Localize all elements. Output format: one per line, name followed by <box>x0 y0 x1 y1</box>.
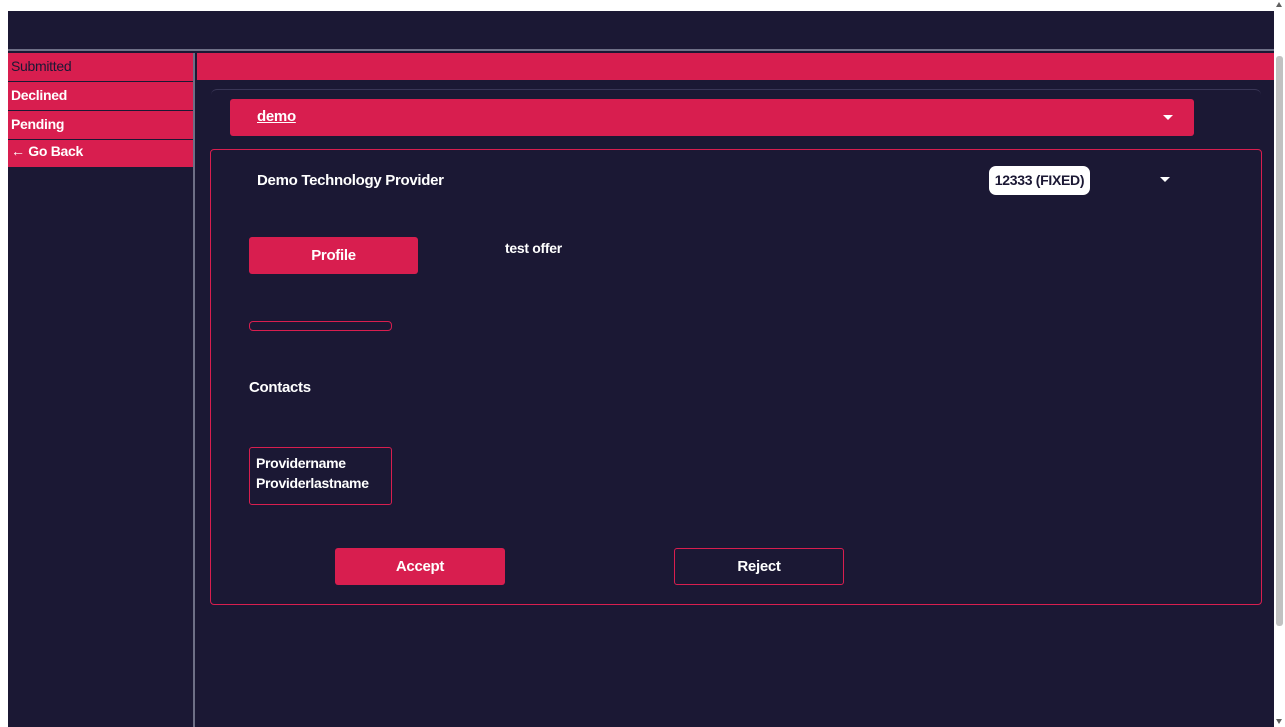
offer-title: test offer <box>505 240 562 256</box>
provider-name: Demo Technology Provider <box>257 172 444 189</box>
project-select[interactable]: demo <box>230 99 1194 136</box>
profile-button[interactable]: Profile <box>249 237 418 274</box>
go-back-button[interactable]: ← Go Back <box>8 140 193 168</box>
accept-button[interactable]: Accept <box>335 548 505 585</box>
scroll-down-icon[interactable] <box>1276 719 1282 724</box>
app-window: Submitted Declined Pending ← Go Back dem… <box>8 11 1274 727</box>
sidebar-item-pending[interactable]: Pending <box>8 111 193 140</box>
contact-card: Providername Providerlastname <box>249 447 392 505</box>
caret-down-icon <box>1163 115 1173 120</box>
price-dropdown[interactable]: 12333 (FIXED) <box>989 166 1090 195</box>
reject-button[interactable]: Reject <box>674 548 844 585</box>
header-strip <box>197 53 1274 80</box>
page-scrollbar[interactable] <box>1274 0 1285 727</box>
scroll-up-icon[interactable] <box>1276 2 1282 7</box>
sidebar-item-submitted[interactable]: Submitted <box>8 53 193 82</box>
scroll-thumb[interactable] <box>1276 56 1283 626</box>
offer-card: Demo Technology Provider 12333 (FIXED) P… <box>210 149 1262 605</box>
contacts-heading: Contacts <box>249 379 311 396</box>
empty-field <box>249 321 392 331</box>
sidebar-item-declined[interactable]: Declined <box>8 82 193 111</box>
contact-first-name: Providername <box>256 455 346 471</box>
top-bar <box>8 11 1274 51</box>
caret-down-icon[interactable] <box>1160 177 1170 182</box>
contact-last-name: Providerlastname <box>256 475 369 491</box>
sidebar: Submitted Declined Pending ← Go Back <box>8 53 195 727</box>
project-select-value: demo <box>257 108 296 125</box>
